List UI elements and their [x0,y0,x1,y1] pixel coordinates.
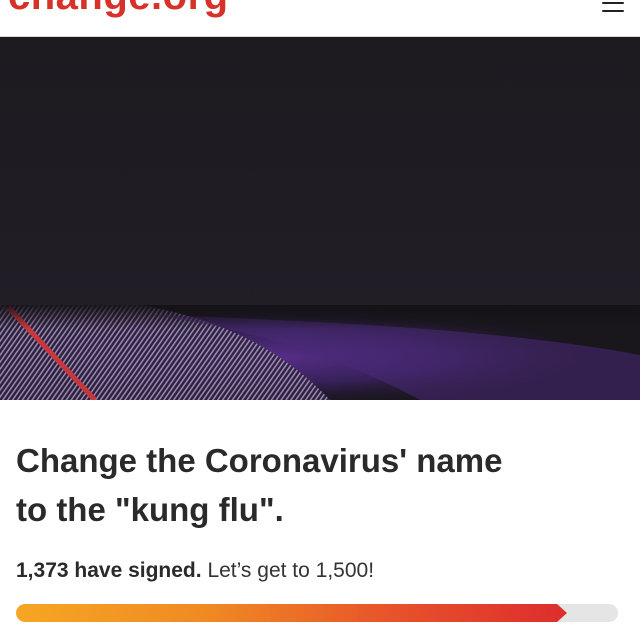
signature-count: 1,373 have signed. [16,559,202,582]
signature-progress-bar [16,604,618,622]
petition-page: change.org [0,0,640,640]
site-header: change.org [0,0,640,37]
signature-status: 1,373 have signed. Let’s get to 1,500! [16,556,374,586]
signature-progress-fill [16,604,557,622]
change-org-logo[interactable]: change.org [8,0,229,16]
petition-title: Change the Coronavirus' name to the "kun… [16,436,616,534]
hamburger-menu-icon[interactable] [602,0,624,14]
petition-title-line-1: Change the Coronavirus' name [16,442,503,479]
signature-goal: Let’s get to 1,500! [207,559,375,582]
petition-title-line-2: to the "kung flu". [16,491,284,528]
menu-icon-bar [602,10,624,12]
menu-icon-bar [602,2,624,4]
petition-media [0,37,640,400]
signature-progress-tip [557,604,567,622]
petition-image [0,305,640,400]
